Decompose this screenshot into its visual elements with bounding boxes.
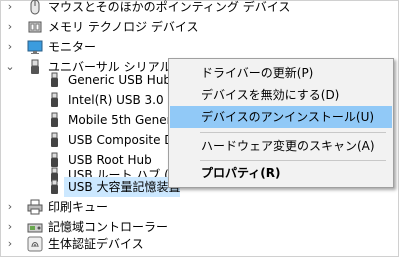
tree-item-label: Generic USB Hub — [68, 73, 172, 87]
menu-item-label: ハードウェア変更のスキャン(A) — [201, 139, 375, 153]
tree-item-memory-tech[interactable]: › メモリ テクノロジ デバイス — [0, 17, 399, 37]
tree-item-label: マウスとそのほかのポインティング デバイス — [48, 0, 291, 14]
usb-plug-icon — [47, 132, 63, 148]
menu-separator — [200, 132, 386, 133]
expand-chevron-icon[interactable]: › — [4, 17, 16, 37]
usb-plug-icon — [47, 112, 63, 128]
tree-item-monitors[interactable]: › モニター — [0, 37, 399, 57]
tree-item-mobile-5th-gen[interactable]: Mobile 5th Generation Intel(R) Core(TM) … — [0, 110, 369, 130]
menu-item-uninstall-device[interactable]: デバイスのアンインストール(U) — [170, 106, 392, 128]
monitor-icon — [27, 39, 43, 55]
menu-item-label: プロパティ(R) — [201, 166, 281, 180]
tree-item-generic-usb-hub[interactable]: Generic USB Hub — [0, 70, 172, 90]
expand-chevron-icon[interactable]: › — [4, 0, 16, 17]
usb-plug-icon — [47, 72, 63, 88]
usb-plug-icon — [47, 179, 63, 195]
tree-item-label: USB 大容量記憶装置 — [68, 180, 181, 194]
tree-item-label: メモリ テクノロジ デバイス — [48, 20, 199, 34]
tree-item-print-queues[interactable]: › 印刷キュー — [0, 197, 399, 217]
menu-item-update-driver[interactable]: ドライバーの更新(P) — [170, 62, 392, 84]
menu-item-label: ドライバーの更新(P) — [201, 66, 314, 80]
tree-item-intel-usb3[interactable]: Intel(R) USB 3.0 eXtensible Host Control… — [0, 90, 325, 110]
usb-plug-icon — [47, 92, 63, 108]
menu-item-scan-hardware[interactable]: ハードウェア変更のスキャン(A) — [170, 135, 392, 157]
menu-item-label: デバイスのアンインストール(U) — [201, 110, 375, 124]
expand-chevron-icon[interactable]: › — [4, 197, 16, 217]
memory-card-icon — [27, 19, 43, 35]
expand-chevron-icon[interactable]: › — [4, 234, 16, 254]
tree-item-label: 印刷キュー — [48, 200, 109, 214]
tree-item-label: モニター — [48, 40, 97, 54]
expand-chevron-icon[interactable]: › — [4, 37, 16, 57]
context-menu: ドライバーの更新(P) デバイスを無効にする(D) デバイスのアンインストール(… — [168, 58, 394, 188]
fingerprint-icon — [27, 236, 43, 252]
printer-icon — [27, 199, 43, 215]
menu-item-disable-device[interactable]: デバイスを無効にする(D) — [170, 84, 392, 106]
tree-item-biometric[interactable]: › 生体認証デバイス — [0, 234, 399, 254]
tree-item-label: 生体認証デバイス — [48, 237, 144, 251]
menu-separator — [200, 160, 386, 161]
menu-item-label: デバイスを無効にする(D) — [201, 88, 340, 102]
storage-controller-icon — [27, 219, 43, 235]
menu-item-properties[interactable]: プロパティ(R) — [170, 162, 392, 184]
tree-item-usb-composite[interactable]: USB Composite Device — [0, 130, 205, 150]
tree-item-usb-mass-storage[interactable]: USB 大容量記憶装置 — [0, 177, 180, 197]
mouse-icon — [27, 0, 43, 15]
tree-item-mice[interactable]: › マウスとそのほかのポインティング デバイス — [0, 0, 399, 17]
